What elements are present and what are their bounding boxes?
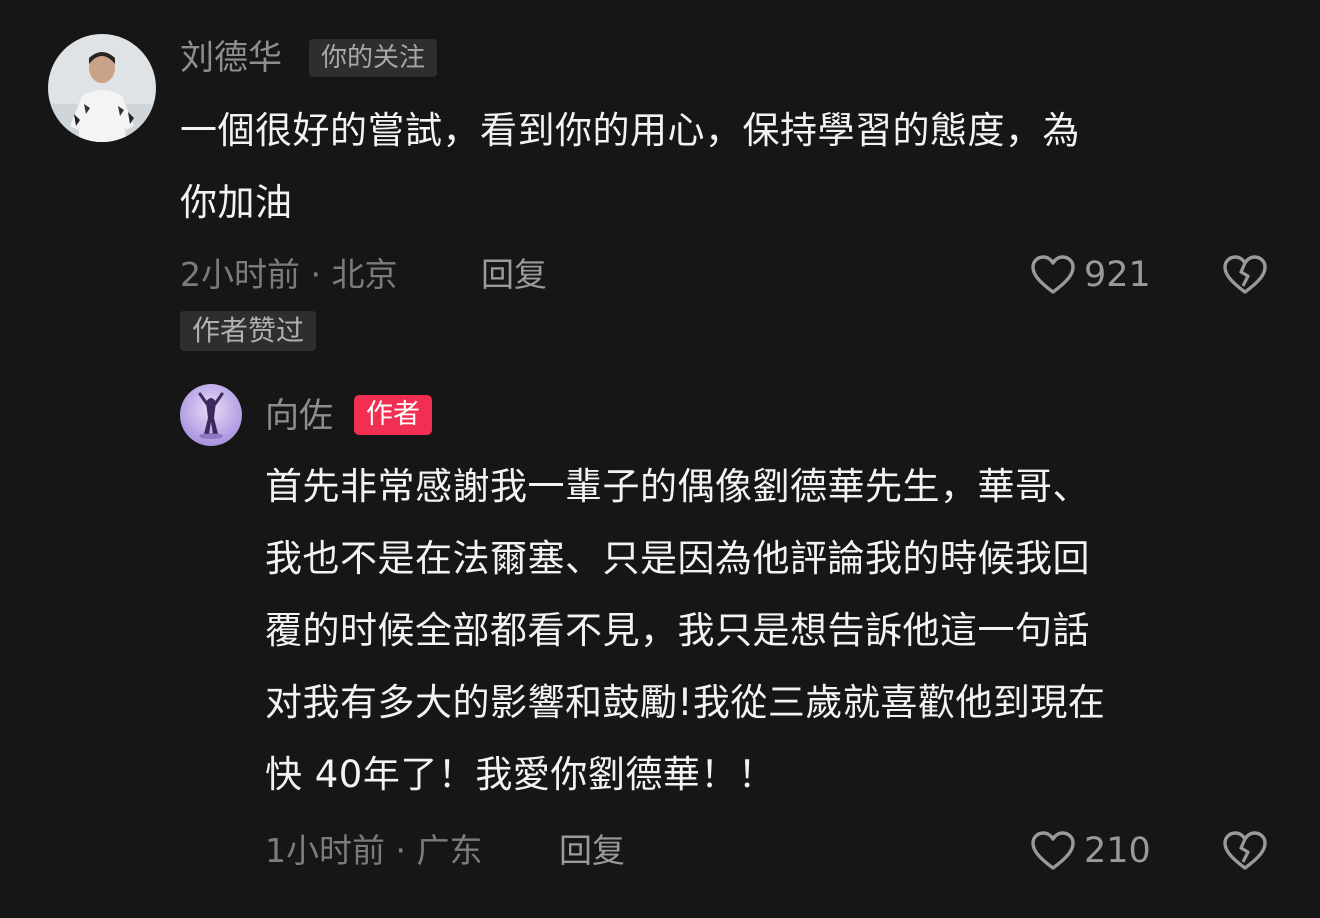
reply-button[interactable]: 回复 (559, 831, 625, 871)
comment-text: 首先非常感謝我一輩子的偶像劉德華先生，華哥、 我也不是在法爾塞、只是因為他評論我… (265, 465, 1106, 796)
username[interactable]: 刘德华 (180, 38, 282, 78)
reply-button[interactable]: 回复 (481, 255, 547, 295)
author-liked-badge: 作者赞过 (180, 311, 317, 351)
username[interactable]: 向佐 (265, 396, 333, 436)
comment-liudehua: 刘德华 你的关注 一個很好的嘗試，看到你的用心，保持學習的態度，為 你加油 2小… (0, 0, 1320, 360)
broken-heart-icon (1223, 255, 1267, 294)
broken-heart-icon (1223, 831, 1267, 870)
author-badge: 作者 (354, 395, 432, 435)
like-button[interactable]: 921 (1030, 254, 1151, 296)
dislike-button[interactable] (1222, 254, 1268, 296)
like-count: 210 (1084, 831, 1151, 871)
avatar[interactable] (48, 34, 156, 142)
user-photo-avatar-icon (48, 34, 156, 142)
comment-text: 一個很好的嘗試，看到你的用心，保持學習的態度，為 你加油 (180, 109, 1080, 224)
avatar[interactable] (180, 384, 242, 446)
comment-time-location: 1小时前 · 广东 (265, 831, 483, 870)
like-count: 921 (1084, 255, 1151, 295)
heart-outline-icon (1031, 831, 1075, 870)
comment-time-location: 2小时前 · 北京 (180, 255, 398, 294)
like-button[interactable]: 210 (1030, 830, 1151, 872)
comment-xiangzuo: 向佐 作者 首先非常感謝我一輩子的偶像劉德華先生，華哥、 我也不是在法爾塞、只是… (0, 360, 1320, 918)
dislike-button[interactable] (1222, 830, 1268, 872)
heart-outline-icon (1031, 255, 1075, 294)
user-photo-avatar-icon (180, 384, 242, 446)
follow-badge: 你的关注 (309, 39, 438, 77)
